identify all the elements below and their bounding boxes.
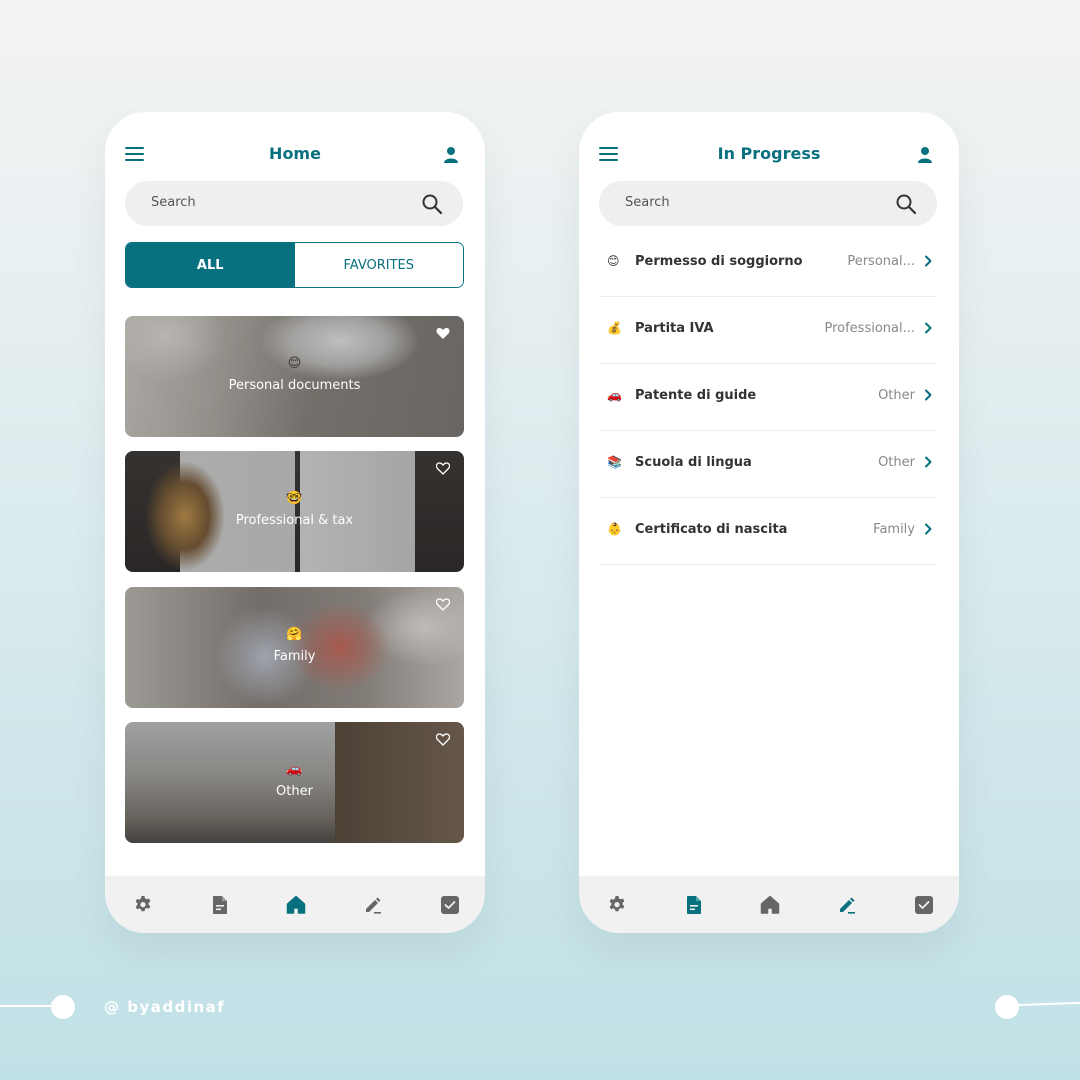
document-icon[interactable] xyxy=(210,895,230,915)
search-placeholder: Search xyxy=(625,195,670,210)
heart-outline-icon[interactable] xyxy=(436,733,450,746)
bottom-nav xyxy=(105,876,485,933)
search-icon[interactable] xyxy=(895,193,917,215)
author-credit: @ byaddinaf xyxy=(104,998,226,1016)
filter-toggle: ALL FAVORITES xyxy=(125,242,464,288)
item-emoji: 💰 xyxy=(607,321,622,335)
card-label: Family xyxy=(273,649,316,664)
list-item[interactable]: 📚 Scuola di lingua Other xyxy=(599,431,937,498)
card-emoji: 🚗 xyxy=(286,762,303,777)
decorative-dot xyxy=(995,995,1019,1019)
tab-favorites[interactable]: FAVORITES xyxy=(294,243,463,287)
item-category: Other xyxy=(878,388,915,403)
heart-outline-icon[interactable] xyxy=(436,462,450,475)
item-category: Personal... xyxy=(847,254,915,269)
progress-list: 😊 Permesso di soggiorno Personal... 💰 Pa… xyxy=(599,230,937,565)
heart-filled-icon[interactable] xyxy=(436,327,450,340)
chevron-right-icon xyxy=(925,456,932,468)
card-overlay xyxy=(125,316,464,437)
card-overlay xyxy=(125,451,464,572)
chevron-right-icon xyxy=(925,389,932,401)
search-input[interactable]: Search xyxy=(125,181,463,226)
item-emoji: 👶 xyxy=(607,522,622,536)
bottom-nav xyxy=(579,876,959,933)
item-category: Other xyxy=(878,455,915,470)
card-overlay xyxy=(125,722,464,843)
category-card-personal[interactable]: 😊 Personal documents xyxy=(125,316,464,437)
home-icon[interactable] xyxy=(286,895,306,915)
chevron-right-icon xyxy=(925,523,932,535)
item-emoji: 📚 xyxy=(607,455,622,469)
checkbox-icon[interactable] xyxy=(440,895,460,915)
item-emoji: 🚗 xyxy=(607,388,622,402)
decorative-dot xyxy=(51,995,75,1019)
list-item[interactable]: 👶 Certificato di nascita Family xyxy=(599,498,937,565)
item-name: Permesso di soggiorno xyxy=(635,254,803,269)
document-icon[interactable] xyxy=(684,895,704,915)
page-title: Home xyxy=(269,144,321,163)
in-progress-screen: In Progress Search 😊 Permesso di soggior… xyxy=(579,112,959,933)
home-topbar: Home xyxy=(105,142,485,166)
card-emoji: 🤓 xyxy=(286,491,303,506)
progress-topbar: In Progress xyxy=(579,142,959,166)
list-item[interactable]: 🚗 Patente di guide Other xyxy=(599,364,937,431)
item-category: Professional... xyxy=(824,321,915,336)
item-emoji: 😊 xyxy=(607,254,620,268)
item-name: Patente di guide xyxy=(635,388,757,403)
card-emoji: 🤗 xyxy=(286,627,303,642)
user-icon[interactable] xyxy=(917,146,933,164)
item-category: Family xyxy=(873,522,915,537)
search-icon[interactable] xyxy=(421,193,443,215)
pencil-icon[interactable] xyxy=(363,895,383,915)
card-label: Professional & tax xyxy=(235,513,354,528)
user-icon[interactable] xyxy=(443,146,459,164)
checkbox-icon[interactable] xyxy=(914,895,934,915)
decorative-line xyxy=(0,1005,55,1007)
search-placeholder: Search xyxy=(151,195,196,210)
category-card-other[interactable]: 🚗 Other xyxy=(125,722,464,843)
list-item[interactable]: 💰 Partita IVA Professional... xyxy=(599,297,937,364)
chevron-right-icon xyxy=(925,322,932,334)
item-name: Partita IVA xyxy=(635,321,714,336)
tab-all[interactable]: ALL xyxy=(126,243,295,287)
category-card-family[interactable]: 🤗 Family xyxy=(125,587,464,708)
card-overlay xyxy=(125,587,464,708)
card-label: Personal documents xyxy=(228,378,361,393)
home-icon[interactable] xyxy=(760,895,780,915)
list-item[interactable]: 😊 Permesso di soggiorno Personal... xyxy=(599,230,937,297)
decorative-line xyxy=(1014,1001,1080,1007)
page-title: In Progress xyxy=(717,144,821,163)
gear-icon[interactable] xyxy=(133,895,153,915)
item-name: Scuola di lingua xyxy=(635,455,752,470)
category-card-professional[interactable]: 🤓 Professional & tax xyxy=(125,451,464,572)
pencil-icon[interactable] xyxy=(837,895,857,915)
item-name: Certificato di nascita xyxy=(635,522,788,537)
card-label: Other xyxy=(276,784,313,799)
chevron-right-icon xyxy=(925,255,932,267)
card-emoji: 😊 xyxy=(287,356,302,371)
home-screen: Home Search ALL FAVORITES 😊 Personal doc… xyxy=(105,112,485,933)
heart-outline-icon[interactable] xyxy=(436,598,450,611)
search-input[interactable]: Search xyxy=(599,181,937,226)
gear-icon[interactable] xyxy=(607,895,627,915)
